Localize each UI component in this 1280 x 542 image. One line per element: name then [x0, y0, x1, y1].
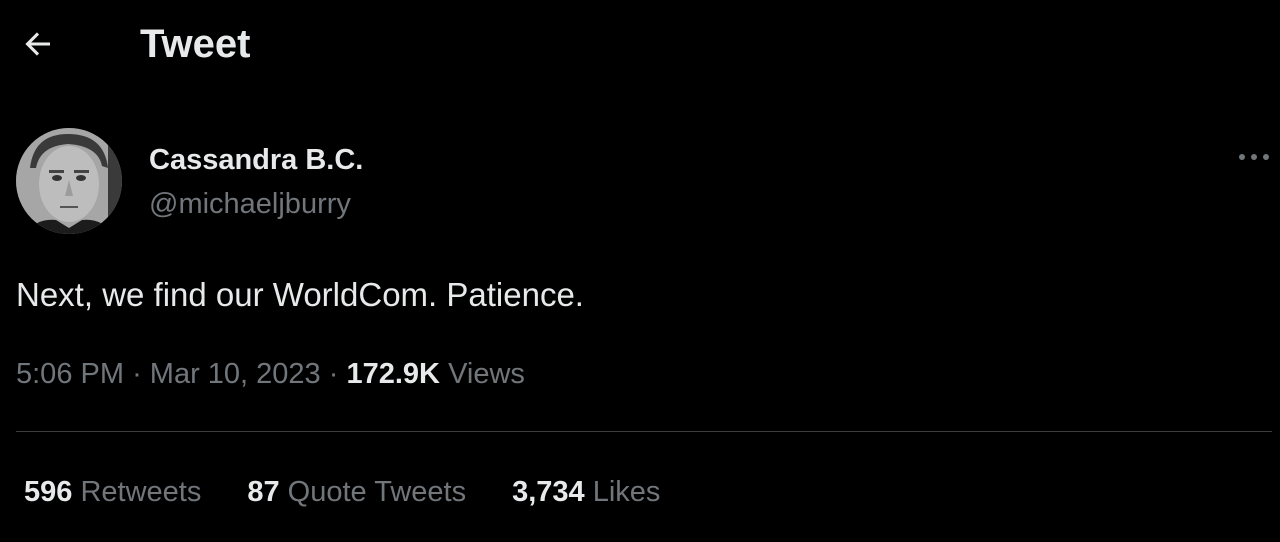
views-label: Views — [448, 358, 525, 390]
retweets-label: Retweets — [80, 476, 202, 508]
likes-label: Likes — [592, 476, 661, 508]
likes-count: 3,734 — [512, 476, 585, 508]
views-count: 172.9K — [346, 358, 440, 390]
more-options-button[interactable] — [1234, 146, 1274, 170]
meta-separator: · — [132, 358, 142, 390]
more-horizontal-icon — [1237, 149, 1271, 167]
tweet-stats: 596 Retweets 87 Quote Tweets 3,734 Likes — [24, 474, 706, 510]
likes-stat[interactable]: 3,734 Likes — [512, 474, 660, 510]
divider — [16, 431, 1272, 432]
quote-tweets-stat[interactable]: 87 Quote Tweets — [247, 474, 466, 510]
avatar[interactable] — [16, 128, 122, 234]
meta-separator: · — [328, 358, 339, 390]
retweets-stat[interactable]: 596 Retweets — [24, 474, 201, 510]
tweet-date[interactable]: Mar 10, 2023 — [150, 358, 321, 390]
top-bar: Tweet — [0, 0, 1280, 88]
author-handle[interactable]: @michaeljburry — [149, 186, 351, 222]
back-button[interactable] — [18, 24, 58, 64]
author-display-name[interactable]: Cassandra B.C. — [149, 142, 363, 178]
retweets-count: 596 — [24, 476, 73, 508]
tweet-metadata: 5:06 PM · Mar 10, 2023 · 172.9K Views — [16, 356, 525, 392]
tweet-time[interactable]: 5:06 PM — [16, 358, 124, 390]
tweet-text: Next, we find our WorldCom. Patience. — [16, 276, 584, 313]
page-title: Tweet — [140, 22, 251, 66]
arrow-left-icon — [20, 26, 56, 62]
quote-tweets-label: Quote Tweets — [287, 476, 467, 508]
quote-tweets-count: 87 — [247, 476, 280, 508]
